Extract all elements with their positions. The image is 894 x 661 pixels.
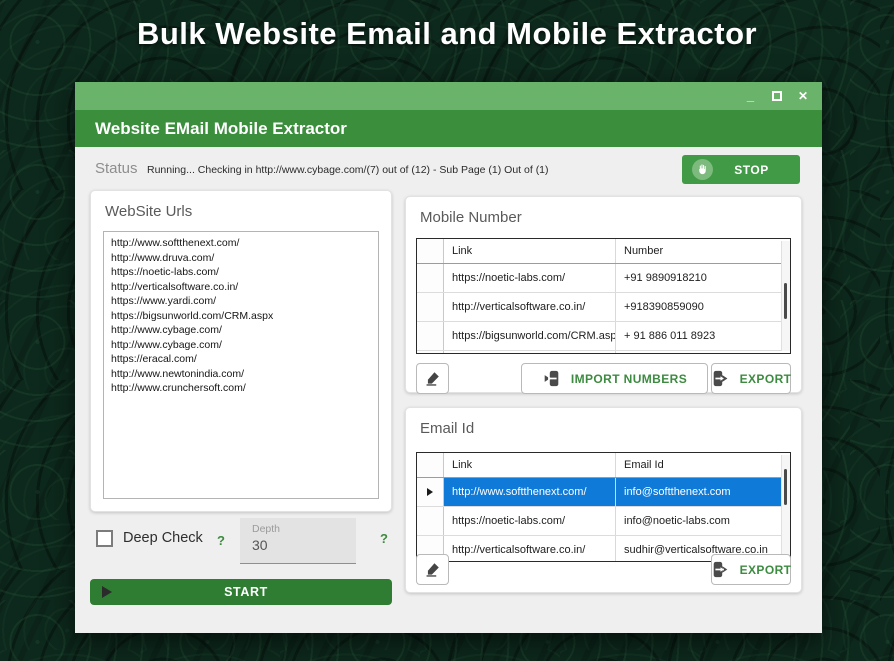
window-titlebar: _ ✕ bbox=[75, 82, 822, 110]
maximize-icon[interactable] bbox=[772, 89, 782, 103]
import-numbers-button[interactable]: IMPORT NUMBERS bbox=[521, 363, 708, 394]
mobile-table-row[interactable]: http://www.cybage.com/ 91 22 66644788 bbox=[417, 351, 790, 353]
email-row-link: https://noetic-labs.com/ bbox=[444, 507, 616, 535]
deep-check-checkbox[interactable] bbox=[96, 530, 113, 547]
hand-stop-icon bbox=[692, 159, 713, 180]
mobile-table-row[interactable]: https://bigsunworld.com/CRM.aspx/ + 91 8… bbox=[417, 322, 790, 351]
depth-field-label: Depth bbox=[252, 523, 344, 535]
url-line: https://eracal.com/ bbox=[111, 352, 371, 367]
export-icon bbox=[711, 370, 730, 387]
play-icon bbox=[102, 586, 112, 598]
mobile-col-link: Link bbox=[444, 239, 616, 263]
export-numbers-button[interactable]: EXPORT bbox=[711, 363, 791, 394]
mobile-table-row[interactable]: http://verticalsoftware.co.in/ +91839085… bbox=[417, 293, 790, 322]
status-label: Status bbox=[95, 160, 138, 177]
mobile-row-number: + 91 886 011 8923 bbox=[616, 322, 790, 350]
status-text: Running... Checking in http://www.cybage… bbox=[147, 164, 549, 176]
url-line: http://www.crunchersoft.com/ bbox=[111, 381, 371, 396]
close-icon[interactable]: ✕ bbox=[798, 89, 808, 103]
export-numbers-label: EXPORT bbox=[740, 372, 792, 386]
url-line: http://www.newtonindia.com/ bbox=[111, 367, 371, 382]
status-bar: Status Running... Checking in http://www… bbox=[75, 147, 822, 193]
mobile-table-header: Link Number bbox=[417, 239, 790, 264]
mobile-row-link: https://noetic-labs.com/ bbox=[444, 264, 616, 292]
row-selector bbox=[417, 322, 444, 350]
mobile-row-number: 91 22 66644788 bbox=[616, 351, 790, 353]
mobile-row-link: http://verticalsoftware.co.in/ bbox=[444, 293, 616, 321]
url-line: https://www.yardi.com/ bbox=[111, 294, 371, 309]
mobile-number-panel: Mobile Number Link Number https://noetic… bbox=[405, 196, 802, 393]
eraser-icon bbox=[424, 561, 441, 578]
email-panel-title: Email Id bbox=[420, 420, 474, 437]
mobile-row-number: +91 9890918210 bbox=[616, 264, 790, 292]
import-numbers-label: IMPORT NUMBERS bbox=[571, 372, 687, 386]
stop-button[interactable]: STOP bbox=[682, 155, 800, 184]
url-line: https://noetic-labs.com/ bbox=[111, 265, 371, 280]
export-emails-label: EXPORT bbox=[740, 563, 792, 577]
mobile-table-row[interactable]: https://noetic-labs.com/ +91 9890918210 bbox=[417, 264, 790, 293]
email-table: Link Email Id http://www.softthenext.com… bbox=[416, 452, 791, 562]
depth-field-value: 30 bbox=[252, 537, 344, 553]
deep-check-help-icon[interactable]: ? bbox=[217, 533, 225, 548]
email-table-row[interactable]: https://noetic-labs.com/ info@noetic-lab… bbox=[417, 507, 790, 536]
row-selector bbox=[417, 478, 444, 506]
mobile-row-link: https://bigsunworld.com/CRM.aspx/ bbox=[444, 322, 616, 350]
depth-field[interactable]: Depth 30 bbox=[240, 518, 356, 564]
mobile-col-number: Number bbox=[616, 239, 790, 263]
minimize-icon[interactable]: _ bbox=[745, 89, 756, 103]
mobile-table-scrollbar[interactable] bbox=[781, 241, 790, 351]
email-row-email: info@noetic-labs.com bbox=[616, 507, 790, 535]
options-row: Deep Check ? Depth 30 ? bbox=[90, 518, 392, 564]
row-selector bbox=[417, 264, 444, 292]
email-row-email: info@softthenext.com bbox=[616, 478, 790, 506]
page-title: Bulk Website Email and Mobile Extractor bbox=[0, 16, 894, 52]
eraser-icon bbox=[424, 370, 441, 387]
export-icon bbox=[711, 561, 730, 578]
mobile-row-link: http://www.cybage.com/ bbox=[444, 351, 616, 353]
mobile-row-number: +918390859090 bbox=[616, 293, 790, 321]
email-row-link: http://www.softthenext.com/ bbox=[444, 478, 616, 506]
url-line: http://www.cybage.com/ bbox=[111, 323, 371, 338]
mobile-panel-title: Mobile Number bbox=[420, 209, 522, 226]
url-line: http://www.cybage.com/ bbox=[111, 338, 371, 353]
desktop-background: Bulk Website Email and Mobile Extractor … bbox=[0, 0, 894, 661]
url-line: http://www.druva.com/ bbox=[111, 251, 371, 266]
export-emails-button[interactable]: EXPORT bbox=[711, 554, 791, 585]
app-header-title: Website EMail Mobile Extractor bbox=[75, 110, 822, 147]
url-line: https://bigsunworld.com/CRM.aspx bbox=[111, 309, 371, 324]
row-selector bbox=[417, 351, 444, 353]
clear-numbers-button[interactable] bbox=[416, 363, 449, 394]
email-id-panel: Email Id Link Email Id http://www.softth… bbox=[405, 407, 802, 593]
url-line: http://www.softthenext.com/ bbox=[111, 236, 371, 251]
email-table-row[interactable]: http://www.softthenext.com/ info@softthe… bbox=[417, 478, 790, 507]
row-selector bbox=[417, 507, 444, 535]
deep-check-label: Deep Check bbox=[123, 530, 203, 546]
start-button[interactable]: START bbox=[90, 579, 392, 605]
app-window: _ ✕ Website EMail Mobile Extractor Statu… bbox=[75, 82, 822, 633]
email-table-scrollbar[interactable] bbox=[781, 455, 790, 559]
website-urls-panel: WebSite Urls http://www.softthenext.com/… bbox=[90, 190, 392, 512]
website-urls-title: WebSite Urls bbox=[105, 203, 192, 220]
import-icon bbox=[542, 370, 561, 387]
row-selector bbox=[417, 293, 444, 321]
url-line: http://verticalsoftware.co.in/ bbox=[111, 280, 371, 295]
start-button-label: START bbox=[112, 585, 380, 599]
mobile-table: Link Number https://noetic-labs.com/ +91… bbox=[416, 238, 791, 354]
stop-button-label: STOP bbox=[713, 163, 790, 177]
email-table-header: Link Email Id bbox=[417, 453, 790, 478]
clear-emails-button[interactable] bbox=[416, 554, 449, 585]
email-col-link: Link bbox=[444, 453, 616, 477]
depth-help-icon[interactable]: ? bbox=[380, 531, 388, 546]
email-col-emailid: Email Id bbox=[616, 453, 790, 477]
website-urls-input[interactable]: http://www.softthenext.com/http://www.dr… bbox=[103, 231, 379, 499]
